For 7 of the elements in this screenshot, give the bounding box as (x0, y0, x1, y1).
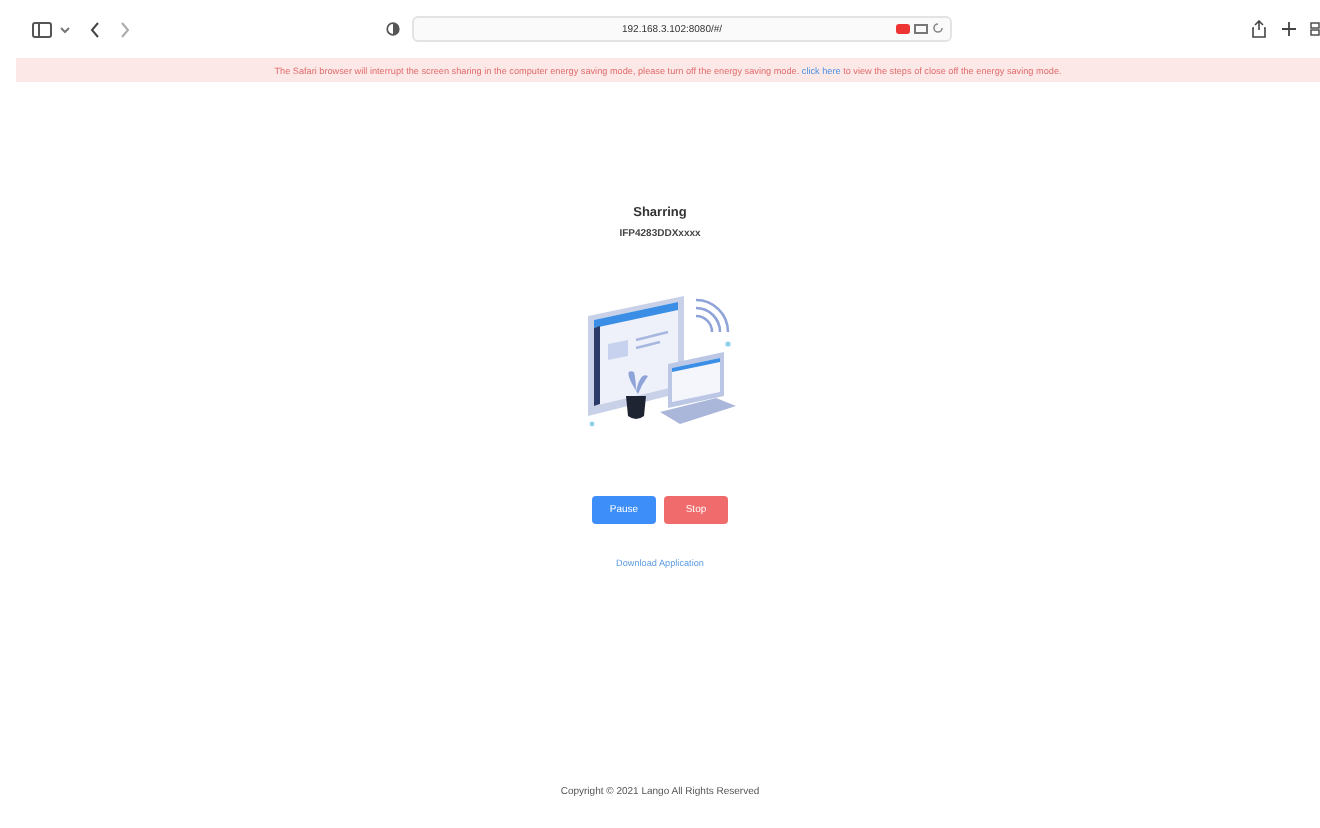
chevron-down-icon[interactable] (60, 25, 70, 33)
sidebar-icon[interactable] (32, 21, 52, 37)
plus-icon[interactable] (1282, 22, 1296, 36)
reload-icon[interactable] (932, 22, 944, 34)
tabs-overview-icon[interactable] (1310, 22, 1320, 36)
share-icon[interactable] (1252, 20, 1266, 38)
back-icon[interactable] (90, 21, 100, 37)
